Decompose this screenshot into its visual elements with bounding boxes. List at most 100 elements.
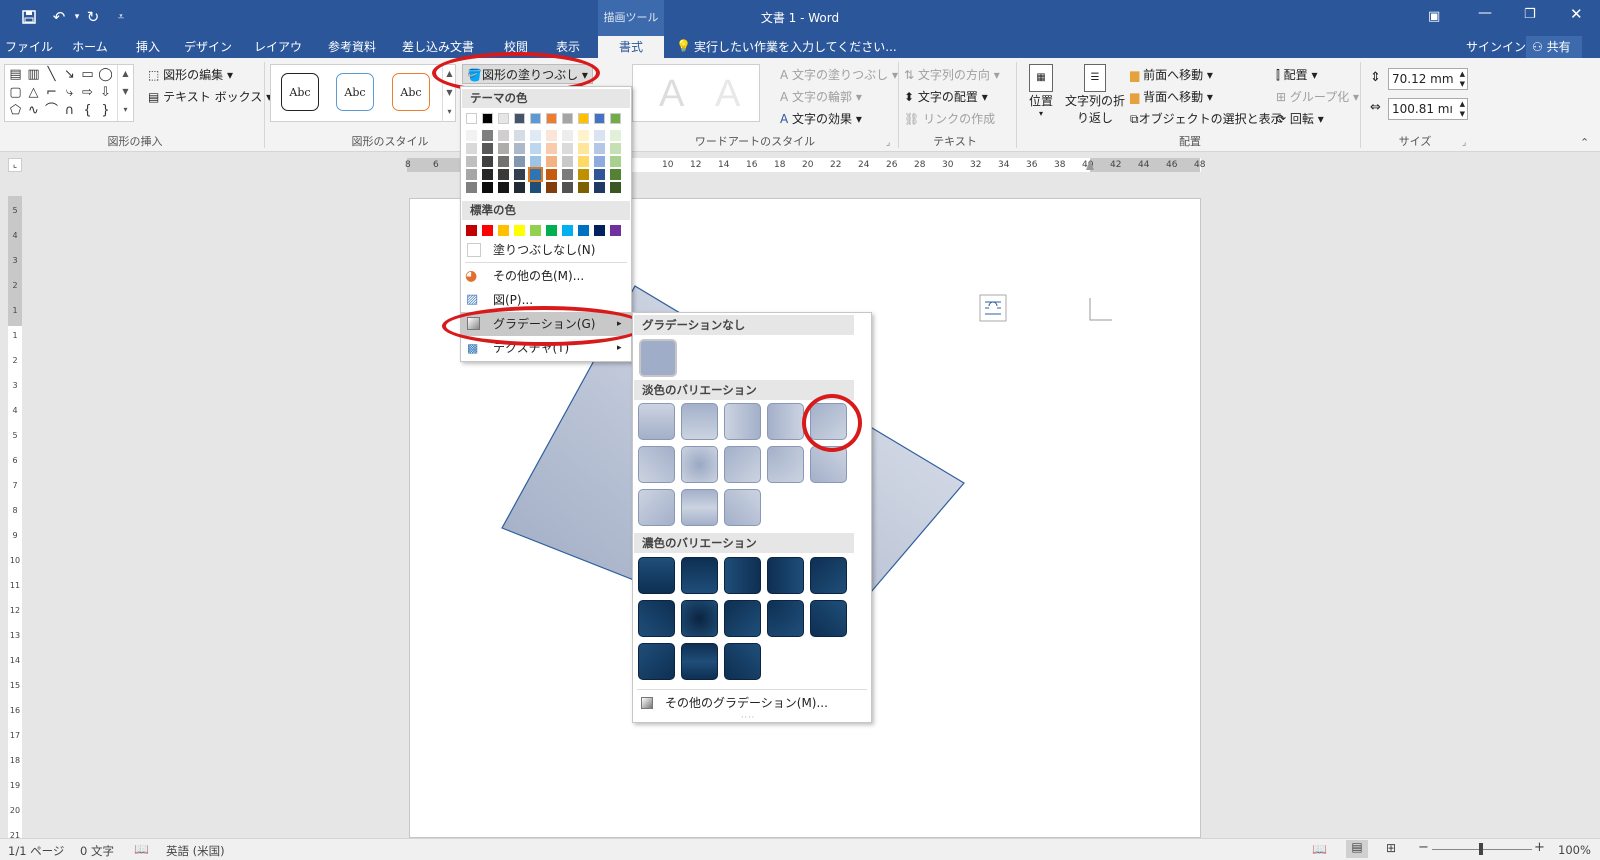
save-icon[interactable] [18, 6, 40, 28]
light-gradient-swatch[interactable] [767, 446, 804, 483]
zoom-level[interactable]: 100% [1558, 843, 1591, 857]
theme-shade-swatch[interactable] [578, 169, 589, 180]
dark-gradient-swatch[interactable] [724, 557, 761, 594]
theme-shade-swatch[interactable] [546, 169, 557, 180]
theme-shade-swatch[interactable] [498, 143, 509, 154]
standard-color-swatch[interactable] [482, 225, 493, 236]
tab-layout[interactable]: レイアウト [250, 36, 306, 76]
theme-shade-swatch[interactable] [466, 156, 477, 167]
theme-shade-swatch[interactable] [562, 169, 573, 180]
theme-shade-swatch[interactable] [546, 156, 557, 167]
theme-shade-swatch[interactable] [466, 182, 477, 193]
theme-shade-swatch[interactable] [594, 130, 605, 141]
theme-color-swatch[interactable] [482, 113, 493, 124]
arrow-line-icon[interactable]: ↘ [61, 66, 78, 83]
tab-home[interactable]: ホーム [70, 36, 110, 58]
theme-shade-swatch[interactable] [594, 182, 605, 193]
selection-pane-button[interactable]: ⧉オブジェクトの選択と表示 [1130, 110, 1283, 127]
no-fill-item[interactable]: 塗りつぶしなし(N) [461, 238, 631, 262]
wordart-gallery[interactable]: A A [632, 64, 760, 122]
standard-color-swatch[interactable] [546, 225, 557, 236]
align-text-button[interactable]: ⬍ 文字の配置 ▾ [904, 88, 988, 105]
page-count[interactable]: 1/1 ページ [8, 843, 64, 859]
restore-icon[interactable]: ❐ [1524, 7, 1536, 22]
align-button[interactable]: ⫿ 配置 ▾ [1276, 66, 1318, 83]
theme-shade-swatch[interactable] [562, 130, 573, 141]
standard-color-swatch[interactable] [466, 225, 477, 236]
more-colors-item[interactable]: ◕ その他の色(M)... [461, 264, 631, 288]
tab-insert[interactable]: 挿入 [128, 36, 168, 58]
theme-color-swatch[interactable] [594, 113, 605, 124]
theme-shade-swatch[interactable] [610, 143, 621, 154]
standard-color-swatch[interactable] [498, 225, 509, 236]
rectangle-shape-icon[interactable]: ▭ [79, 66, 96, 83]
read-mode-icon[interactable]: 📖 [1312, 842, 1327, 856]
dark-gradient-swatch[interactable] [767, 600, 804, 637]
light-gradient-swatch[interactable] [638, 446, 675, 483]
standard-color-swatch[interactable] [594, 225, 605, 236]
theme-shade-swatch[interactable] [578, 143, 589, 154]
shape-gallery[interactable]: ▤ ▥ ╲ ↘ ▭ ◯ ▢ △ ⌐ ⤷ ⇨ ⇩ ⬠ ∿ ⌒ ∩ { } ▲ ▼ ▾ [4, 64, 134, 122]
theme-shade-swatch[interactable] [610, 169, 621, 180]
height-spinner-icon[interactable]: ▲ ▼ [1460, 69, 1465, 89]
zoom-out-icon[interactable]: − [1418, 840, 1429, 855]
light-gradient-swatch[interactable] [681, 489, 718, 526]
left-brace-icon[interactable]: { [79, 102, 96, 119]
light-gradient-swatch[interactable] [724, 403, 761, 440]
theme-shade-swatch[interactable] [610, 130, 621, 141]
shape-gallery-scroll[interactable]: ▲ ▼ ▾ [117, 65, 133, 121]
theme-color-swatch[interactable] [578, 113, 589, 124]
theme-shade-swatch[interactable] [482, 156, 493, 167]
redo-icon[interactable]: ↻ [82, 6, 104, 28]
theme-color-swatch[interactable] [514, 113, 525, 124]
arc-icon[interactable]: ⌒ [43, 102, 60, 119]
wordart-sample-2[interactable]: A [715, 73, 740, 116]
theme-shade-swatch[interactable] [498, 169, 509, 180]
triangle-icon[interactable]: △ [25, 84, 42, 101]
style-sample-black[interactable]: Abc [281, 73, 319, 111]
tab-mailings[interactable]: 差し込み文書 [400, 36, 476, 58]
theme-shade-swatch[interactable] [514, 156, 525, 167]
minimize-icon[interactable]: — [1478, 5, 1492, 21]
theme-shade-swatch[interactable] [578, 182, 589, 193]
customize-qat-icon[interactable]: ⩡ [110, 6, 132, 28]
size-dialog-launcher-icon[interactable]: ⌟ [1462, 138, 1466, 148]
theme-color-swatch[interactable] [546, 113, 557, 124]
no-gradient-swatch[interactable] [639, 339, 677, 377]
tab-references[interactable]: 参考資料 [324, 36, 380, 58]
light-gradient-swatch[interactable] [767, 403, 804, 440]
theme-shade-swatch[interactable] [514, 182, 525, 193]
dark-gradient-swatch[interactable] [810, 557, 847, 594]
collapse-ribbon-icon[interactable]: ⌃ [1580, 136, 1589, 149]
text-effects-button[interactable]: A 文字の効果 ▾ [780, 110, 862, 127]
elbow-arrow-icon[interactable]: ⤷ [61, 84, 78, 101]
text-outline-button[interactable]: A 文字の輪郭 ▾ [780, 88, 862, 105]
line-shape-icon[interactable]: ╲ [43, 66, 60, 83]
theme-shade-swatch[interactable] [498, 130, 509, 141]
right-arrow-icon[interactable]: ⇨ [79, 84, 96, 101]
elbow-connector-icon[interactable]: ⌐ [43, 84, 60, 101]
dark-gradient-swatch[interactable] [724, 600, 761, 637]
light-gradient-swatch[interactable] [681, 403, 718, 440]
right-brace-icon[interactable]: } [97, 102, 114, 119]
signin-link[interactable]: サインイン [1466, 36, 1526, 58]
resize-grip-icon[interactable]: ···· [741, 713, 755, 722]
theme-shade-swatch[interactable] [594, 143, 605, 154]
theme-shade-swatch[interactable] [514, 169, 525, 180]
standard-color-swatch[interactable] [514, 225, 525, 236]
edit-shape-button[interactable]: ⬚ 図形の編集 ▾ [148, 66, 233, 83]
theme-shade-swatch[interactable] [482, 130, 493, 141]
word-count[interactable]: 0 文字 [80, 843, 114, 859]
proofing-icon[interactable]: 📖 [134, 842, 149, 856]
light-gradient-swatch[interactable] [638, 489, 675, 526]
print-layout-icon[interactable]: ▤ [1346, 840, 1368, 858]
light-gradient-swatch[interactable] [724, 446, 761, 483]
theme-color-swatch[interactable] [530, 113, 541, 124]
height-input[interactable]: 70.12 mm ▲ ▼ [1388, 68, 1468, 90]
theme-shade-swatch[interactable] [546, 130, 557, 141]
standard-color-swatch[interactable] [562, 225, 573, 236]
scribble-icon[interactable]: ∿ [25, 102, 42, 119]
zoom-in-icon[interactable]: + [1534, 840, 1545, 855]
tab-format[interactable]: 書式 [598, 36, 664, 58]
dark-gradient-swatch[interactable] [767, 557, 804, 594]
